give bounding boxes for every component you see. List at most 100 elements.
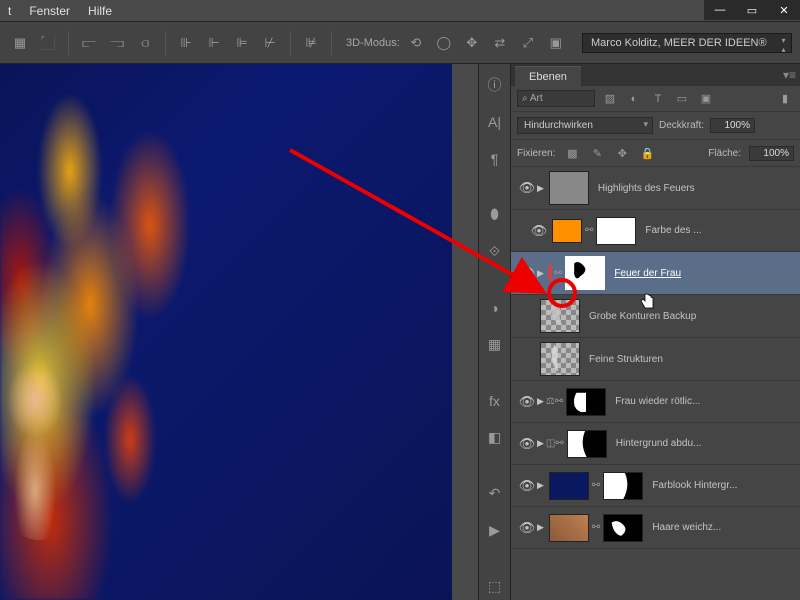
panel-icon-2[interactable]: ⟐ <box>479 238 510 265</box>
actions-icon[interactable]: ▶ <box>479 517 510 544</box>
visibility-icon[interactable]: 👁 <box>531 223 548 239</box>
fill-input[interactable]: 100% <box>749 146 794 161</box>
link-icon[interactable]: ⚯ <box>592 522 600 533</box>
filter-adjust-icon[interactable]: ◐ <box>625 91 643 107</box>
3d-scale-icon[interactable]: ⤢ <box>516 31 540 55</box>
lock-pixels-icon[interactable]: ▩ <box>563 145 581 161</box>
expand-icon[interactable]: ▶ <box>537 480 544 491</box>
layer-thumb[interactable] <box>549 171 589 205</box>
character-icon[interactable]: A| <box>479 109 510 136</box>
3d-slide-icon[interactable]: ⇄ <box>488 31 512 55</box>
styles-icon[interactable]: fx <box>479 387 510 414</box>
filter-text-icon[interactable]: T <box>649 91 667 107</box>
layer-row[interactable]: Grobe Konturen Backup <box>511 295 800 338</box>
mask-thumb[interactable] <box>567 430 607 458</box>
expand-icon[interactable]: ▶ <box>537 438 544 449</box>
layer-row[interactable]: 👁 ▶ ⚯ Haare weichz... <box>511 507 800 549</box>
3d-camera-icon[interactable]: ▣ <box>544 31 568 55</box>
link-icon[interactable]: ⚯ <box>585 225 593 236</box>
mask-thumb[interactable] <box>596 217 636 245</box>
lock-brush-icon[interactable]: ✎ <box>588 145 606 161</box>
swatches-icon[interactable]: ▦ <box>479 331 510 358</box>
layer-thumb[interactable] <box>540 342 580 376</box>
mask-thumb[interactable] <box>603 472 643 500</box>
search-icon: ⌕ <box>522 93 528 104</box>
tool-icon-1[interactable]: ▦ <box>8 31 32 55</box>
layer-filter-row: ⌕ Art ▨ ◐ T ▭ ▣ ▮ <box>511 86 800 112</box>
menu-t[interactable]: t <box>8 4 11 18</box>
visibility-icon[interactable]: 👁 <box>519 478 536 494</box>
dist-2-icon[interactable]: ⊩ <box>202 31 226 55</box>
expand-icon[interactable]: ▶ <box>537 183 544 194</box>
align-right-icon[interactable]: ⫏ <box>133 31 157 55</box>
visibility-icon[interactable]: 👁 <box>519 265 536 281</box>
document-canvas[interactable] <box>0 64 452 600</box>
lock-move-icon[interactable]: ✥ <box>613 145 631 161</box>
link-icon[interactable]: ⚯ <box>592 480 600 491</box>
menubar: t Fenster Hilfe <box>0 0 800 22</box>
expand-icon[interactable]: ▶ <box>537 522 544 533</box>
link-icon[interactable]: ⚯ <box>555 396 563 407</box>
3d-roll-icon[interactable]: ◯ <box>432 31 456 55</box>
filter-smart-icon[interactable]: ▣ <box>697 91 715 107</box>
blend-mode-select[interactable]: Hindurchwirken <box>517 117 653 134</box>
panel-icon-1[interactable]: ⬮ <box>479 202 510 229</box>
layer-thumb[interactable] <box>549 472 589 500</box>
paragraph-icon[interactable]: ¶ <box>479 145 510 172</box>
visibility-icon[interactable]: 👁 <box>519 180 536 196</box>
layer-row[interactable]: 👁 ▶ ⚖ ⚯ Frau wieder rötlic... <box>511 381 800 423</box>
filter-image-icon[interactable]: ▨ <box>601 91 619 107</box>
3d-rotate-icon[interactable]: ⟲ <box>404 31 428 55</box>
close-button[interactable]: ✕ <box>768 0 800 20</box>
menu-fenster[interactable]: Fenster <box>29 4 70 18</box>
expand-icon[interactable]: ▶ <box>537 396 544 407</box>
layer-thumb[interactable] <box>540 299 580 333</box>
layer-row[interactable]: 👁 ▶ ⚯ Feuer der Frau <box>511 252 800 295</box>
canvas-area[interactable]: ◂◂ <box>0 64 478 600</box>
layer-row[interactable]: 👁 ▶ Highlights des Feuers <box>511 167 800 210</box>
minimize-button[interactable]: — <box>704 0 736 20</box>
properties-icon[interactable]: ⬚ <box>479 573 510 600</box>
link-icon[interactable]: ⚯ <box>555 438 563 449</box>
lock-all-icon[interactable]: 🔒 <box>638 145 656 161</box>
visibility-icon[interactable]: 👁 <box>519 436 536 452</box>
separator <box>68 31 69 55</box>
layer-thumb[interactable] <box>549 514 589 542</box>
info-icon[interactable]: ⓘ <box>479 72 510 99</box>
dist-4-icon[interactable]: ⊬ <box>258 31 282 55</box>
link-icon[interactable]: ⚯ <box>554 268 562 279</box>
dist-1-icon[interactable]: ⊪ <box>174 31 198 55</box>
3d-pan-icon[interactable]: ✥ <box>460 31 484 55</box>
mask-thumb[interactable] <box>566 388 606 416</box>
window-controls: — ▭ ✕ <box>704 0 800 20</box>
filter-shape-icon[interactable]: ▭ <box>673 91 691 107</box>
layer-row[interactable]: 👁 ⚯ Farbe des ... <box>511 210 800 252</box>
expand-icon[interactable]: ▶ <box>537 268 544 279</box>
maximize-button[interactable]: ▭ <box>736 0 768 20</box>
layer-row[interactable]: 👁 ▶ ⚯ Farblook Hintergr... <box>511 465 800 507</box>
mask-thumb[interactable] <box>603 514 643 542</box>
collapsed-panel-strip: ⓘ A| ¶ ⬮ ⟐ ◑ ▦ fx ◧ ↶ ▶ ⬚ <box>478 64 510 600</box>
layer-filter-type[interactable]: ⌕ Art <box>517 90 595 107</box>
menu-hilfe[interactable]: Hilfe <box>88 4 112 18</box>
layers-tab[interactable]: Ebenen <box>515 66 581 86</box>
color-icon[interactable]: ◑ <box>479 295 510 322</box>
align-left-icon[interactable]: ⫍ <box>77 31 101 55</box>
panel-menu-icon[interactable]: ▾≡ <box>783 68 796 82</box>
visibility-icon[interactable]: 👁 <box>519 394 536 410</box>
align-center-icon[interactable]: ⫎ <box>105 31 129 55</box>
dist-5-icon[interactable]: ⊯ <box>299 31 323 55</box>
adjustments-icon[interactable]: ◧ <box>479 424 510 451</box>
layers-list: 👁 ▶ Highlights des Feuers 👁 ⚯ Farbe des … <box>511 167 800 549</box>
layer-row[interactable]: Feine Strukturen <box>511 338 800 381</box>
workspace-selector[interactable]: Marco Kolditz, MEER DER IDEEN® <box>582 33 792 53</box>
opacity-input[interactable]: 100% <box>710 118 755 133</box>
layer-row[interactable]: 👁 ▶ ◫ ⚯ Hintergrund abdu... <box>511 423 800 465</box>
visibility-icon[interactable]: 👁 <box>519 520 536 536</box>
dist-3-icon[interactable]: ⊫ <box>230 31 254 55</box>
mask-thumb[interactable] <box>565 256 605 290</box>
tool-icon-2[interactable]: ⬛ <box>36 31 60 55</box>
history-icon[interactable]: ↶ <box>479 480 510 507</box>
color-fill-thumb[interactable] <box>552 219 582 243</box>
filter-toggle-icon[interactable]: ▮ <box>776 91 794 107</box>
